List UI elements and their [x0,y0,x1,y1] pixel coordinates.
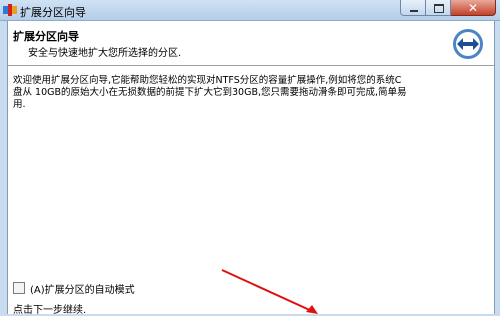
window-title: 扩展分区向导 [20,6,86,19]
minimize-icon [410,10,418,12]
auto-mode-checkbox[interactable] [13,282,25,294]
auto-mode-option[interactable]: (A)扩展分区的自动模式 [13,281,135,296]
header-title: 扩展分区向导 [13,30,79,43]
partition-app-icon [3,4,17,16]
maximize-icon [434,4,444,13]
minimize-button[interactable] [400,0,426,16]
welcome-line-1: 欢迎使用扩展分区向导,它能帮助您轻松的实现对NTFS分区的容量扩展操作,例如将您… [13,75,402,86]
expand-arrows-icon [453,29,483,59]
maximize-button[interactable] [426,0,451,16]
welcome-line-2: 盘从 10GB的原始大小在无损数据的前提下扩大它到30GB,您只需要拖动滑条即可… [13,87,407,98]
red-arrow-annotation [221,269,318,314]
welcome-line-3: 用. [13,99,26,110]
title-bar[interactable]: 扩展分区向导 ✕ [0,0,500,21]
close-icon: ✕ [468,1,479,15]
close-button[interactable]: ✕ [451,0,496,16]
auto-mode-label[interactable]: (A)扩展分区的自动模式 [30,281,135,296]
wizard-header: 扩展分区向导 安全与快速地扩大您所选择的分区. [8,21,494,66]
welcome-text: 欢迎使用扩展分区向导,它能帮助您轻松的实现对NTFS分区的容量扩展操作,例如将您… [13,75,453,111]
header-subtitle: 安全与快速地扩大您所选择的分区. [28,48,182,59]
